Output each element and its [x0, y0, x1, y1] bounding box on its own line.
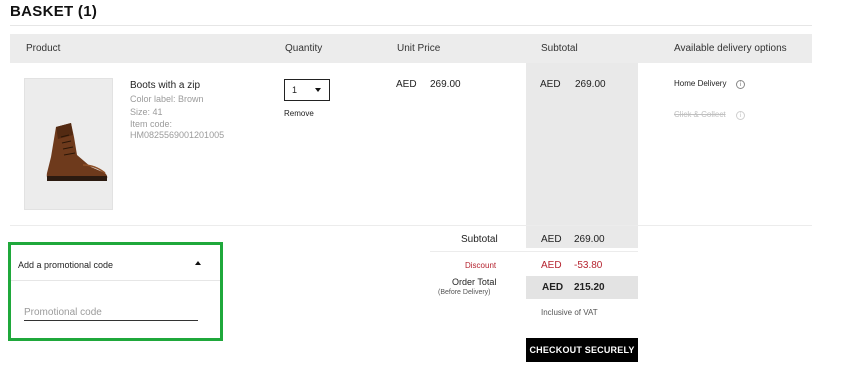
page-title: BASKET (1) — [10, 3, 98, 20]
header-product: Product — [26, 43, 61, 54]
summary-subtotal-label: Subtotal — [461, 234, 498, 245]
chevron-up-icon[interactable] — [195, 261, 201, 265]
header-quantity: Quantity — [285, 43, 323, 54]
product-item-code-label: Item code: — [130, 119, 173, 129]
info-icon[interactable]: i — [736, 80, 745, 89]
remove-link[interactable]: Remove — [284, 109, 314, 118]
order-total-currency: AED — [542, 282, 564, 293]
summary-subtotal-currency: AED — [541, 234, 562, 245]
checkout-button[interactable]: CHECKOUT SECURELY — [526, 338, 638, 362]
quantity-value: 1 — [292, 85, 298, 95]
product-color: Color label: Brown — [130, 94, 204, 104]
subtotal-currency: AED — [540, 79, 561, 90]
table-header: Product Quantity Unit Price Subtotal Ava… — [10, 34, 812, 63]
unit-price-value: 269.00 — [430, 79, 461, 90]
quantity-select[interactable]: 1 — [284, 79, 330, 101]
order-total-label: Order Total — [452, 277, 497, 287]
subtotal-value: 269.00 — [575, 79, 606, 90]
vat-note: Inclusive of VAT — [541, 308, 598, 317]
summary-divider — [430, 251, 638, 252]
delivery-option-home: Home Delivery — [674, 79, 727, 88]
header-subtotal: Subtotal — [541, 43, 578, 54]
product-name[interactable]: Boots with a zip — [130, 80, 200, 91]
product-image[interactable] — [24, 78, 113, 210]
info-icon[interactable]: i — [736, 111, 745, 120]
header-delivery-options: Available delivery options — [674, 43, 787, 54]
order-total-sub: (Before Delivery) — [438, 289, 491, 296]
discount-currency: AED — [541, 260, 562, 271]
discount-value: -53.80 — [574, 260, 603, 271]
unit-price-currency: AED — [396, 79, 417, 90]
promo-code-toggle[interactable]: Add a promotional code — [18, 260, 113, 270]
summary-subtotal-value: 269.00 — [574, 234, 605, 245]
brown-boot-icon — [46, 123, 108, 181]
delivery-option-click-collect: Click & Collect — [674, 110, 726, 119]
promo-code-input[interactable] — [24, 304, 198, 321]
product-item-code: HM0825569001201005 — [130, 130, 225, 140]
title-divider — [10, 25, 812, 26]
promo-divider — [11, 280, 220, 281]
row-divider — [10, 225, 812, 226]
order-total-value: 215.20 — [574, 282, 605, 293]
header-unit-price: Unit Price — [397, 43, 441, 54]
chevron-down-icon — [315, 88, 321, 92]
discount-label: Discount — [465, 261, 497, 270]
subtotal-column-bg — [526, 34, 638, 248]
product-size: Size: 41 — [130, 107, 163, 117]
promo-code-highlight — [8, 242, 223, 341]
